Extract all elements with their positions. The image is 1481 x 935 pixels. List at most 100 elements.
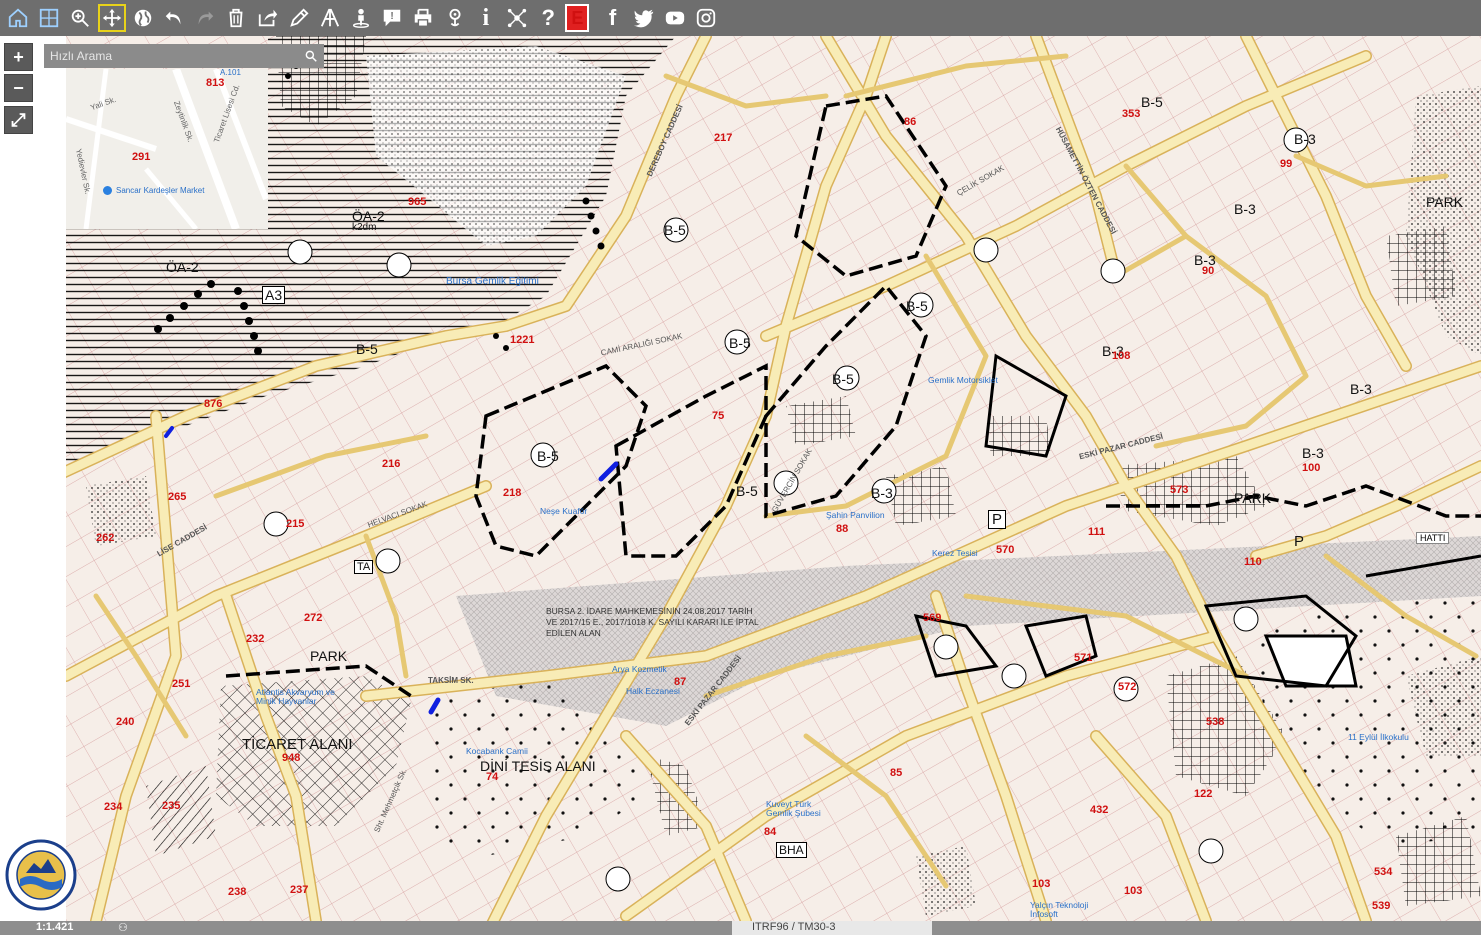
parcel-number: 1221 [510,334,535,346]
parcel-number: 432 [1090,804,1109,816]
parcel-number: 74 [486,771,499,783]
zone-label-ta: TA [354,560,374,574]
info-icon[interactable]: i [472,4,500,32]
poi-label[interactable]: Sancar Kardeşler Market [116,186,204,195]
zone-label-ticaret: TİCARET ALANI [242,736,353,753]
parcel-number: 235 [162,800,181,812]
zoom-in-tool-icon[interactable] [66,4,94,32]
projection-select[interactable]: ITRF96 / TM30-3 [732,921,932,935]
poi-label[interactable]: Kuveyt Türk Gemlik Şubesi [766,800,836,818]
e-gov-icon[interactable]: E [565,4,590,32]
draw-pencil-icon[interactable] [285,4,313,32]
search-icon[interactable] [298,44,324,68]
zone-label-b5: B-5 [1141,94,1163,110]
map-canvas[interactable]: TİCARET ALANI 948 DİNİ TESİS ALANI 74 PA… [66,36,1481,921]
poi-label[interactable]: Halk Eczanesi [626,686,680,696]
poi-label[interactable]: Bursa Gemlik Eğitimi [446,276,539,287]
home-icon[interactable] [4,4,32,32]
parcel-number: 272 [304,612,323,624]
instagram-icon[interactable] [692,4,720,32]
zone-label-b3: B-3 [1294,131,1316,147]
measure-icon[interactable] [316,4,344,32]
parcel-number: 216 [382,458,401,470]
undo-icon[interactable] [160,4,188,32]
parcel-number: 108 [1112,350,1131,362]
zone-label-park: PARK [1426,194,1464,210]
parcel-number: 237 [290,884,309,896]
zone-label-b5: B-5 [832,371,854,387]
parcel-number: 534 [1374,866,1393,878]
network-icon[interactable] [503,4,531,32]
search-input[interactable] [44,44,299,68]
street-view-icon[interactable] [347,4,375,32]
full-extent-icon[interactable] [35,4,63,32]
quick-search [44,44,324,68]
municipality-logo [4,835,78,915]
left-panel [0,36,66,921]
zone-label-park: PARK [310,648,348,664]
share-icon[interactable] [254,4,282,32]
parcel-number: 572 [1118,681,1137,693]
parcel-number: 90 [1202,265,1215,277]
parcel-number: 251 [172,678,191,690]
parcel-number: 122 [1194,788,1213,800]
zone-label-b5: B-5 [736,483,758,499]
parcel-number: 103 [1032,878,1051,890]
poi-label[interactable]: Neşe Kuaför [540,506,587,516]
redo-icon[interactable] [191,4,219,32]
poi-label[interactable]: Arya Kozmetik [612,664,667,674]
youtube-icon[interactable] [661,4,689,32]
parcel-number: 86 [904,116,917,128]
zone-label-b3: B-3 [1234,201,1256,217]
poi-label[interactable]: Yalçın Teknoloji İnfosoft [1030,901,1094,919]
poi-label[interactable]: A.101 [220,69,241,77]
corner-note: HATTI [1416,532,1450,544]
parcel-number: 100 [1302,462,1321,474]
parcel-number: 218 [503,487,522,499]
zone-label-oa2: ÖA-2 [166,259,199,275]
twitter-icon[interactable] [630,4,658,32]
parcel-number: 262 [96,532,115,544]
feedback-icon[interactable]: ! [378,4,406,32]
globe-icon[interactable] [129,4,157,32]
zone-label-b5: B-5 [664,222,686,238]
parcel-number: 265 [168,491,187,503]
help-icon[interactable]: ? [534,4,562,32]
print-icon[interactable] [409,4,437,32]
poi-label[interactable]: 11 Eylül İlkokulu [1348,732,1409,742]
zone-label-b3: B-3 [871,485,893,501]
poi-label[interactable]: Şahin Panvilion [826,510,885,520]
fullscreen-button[interactable]: ⤢ [4,106,33,134]
poi-label[interactable]: Atlantis Akvaryum ve Minik Hayvanlar [256,688,336,706]
poi-label[interactable]: Kerez Tesisi [932,548,978,558]
map-marker-icon[interactable] [103,186,112,195]
cancelled-area-note: BURSA 2. İDARE MAHKEMESİNİN 24.08.2017 T… [546,606,759,638]
svg-text:!: ! [391,11,394,22]
zone-label-b5: B-5 [906,298,928,314]
zoom-out-button[interactable]: − [4,74,33,102]
parking-p-icon: P [988,510,1007,529]
poi-label[interactable]: Kocabank Camii [466,746,528,756]
zone-label-b5: B-5 [356,341,378,357]
parcel-number: 232 [246,633,265,645]
parcel-number: 573 [1170,484,1189,496]
user-icon[interactable]: ⚇ [118,921,128,934]
zone-label-b3: B-3 [1350,381,1372,397]
zone-label-park: PARK [1234,490,1272,506]
location-pin-icon[interactable] [441,4,469,32]
facebook-icon[interactable]: f [599,4,627,32]
parcel-number: 99 [1280,158,1293,170]
parcel-number: 876 [204,398,223,410]
parcel-number: 217 [714,132,733,144]
parcel-number: 240 [116,716,135,728]
trash-icon[interactable] [222,4,250,32]
poi-label[interactable]: Gemlik Motorsiklet [928,376,998,385]
pan-tool-icon[interactable] [97,4,126,32]
parcel-number: 291 [132,151,151,163]
parcel-number: 75 [712,410,725,422]
parcel-number: 103 [1124,885,1143,897]
zoom-in-button[interactable]: + [4,43,33,71]
zone-label-a3: A3 [262,286,286,304]
parcel-number: 238 [228,886,247,898]
main-toolbar: ! i ? E f [0,0,1481,36]
